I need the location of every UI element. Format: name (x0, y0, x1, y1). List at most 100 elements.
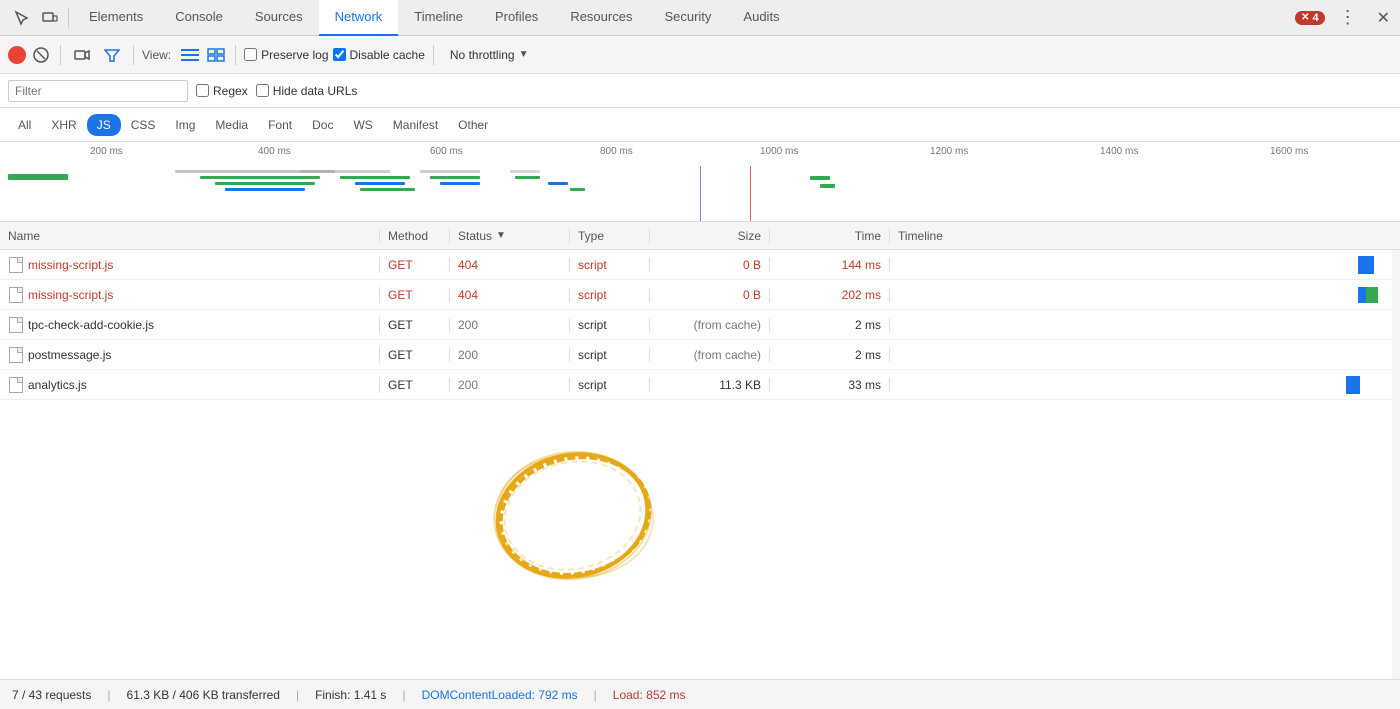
row-size: 0 B (650, 258, 770, 272)
timeline-indicator (1346, 376, 1360, 394)
error-badge[interactable]: ✕ 4 (1295, 11, 1325, 25)
timeline-label-1600: 1600 ms (1270, 146, 1308, 157)
table-row[interactable]: missing-script.js GET 404 script 0 B 144… (0, 250, 1400, 280)
timeline-bar (515, 176, 540, 179)
file-icon (8, 257, 24, 273)
table-row[interactable]: tpc-check-add-cookie.js GET 200 script (… (0, 310, 1400, 340)
row-method: GET (380, 258, 450, 272)
timeline-bar (820, 184, 835, 188)
record-button[interactable] (8, 46, 26, 64)
tab-sources[interactable]: Sources (239, 0, 319, 36)
toolbar: View: Preserve log Disable cache No thro… (0, 36, 1400, 74)
tab-profiles[interactable]: Profiles (479, 0, 554, 36)
tab-audits[interactable]: Audits (727, 0, 795, 36)
type-filter-js[interactable]: JS (87, 114, 121, 136)
tab-elements[interactable]: Elements (73, 0, 159, 36)
filter-button[interactable] (99, 42, 125, 68)
tab-resources[interactable]: Resources (554, 0, 648, 36)
screenshot-view-button[interactable] (205, 44, 227, 66)
tab-console[interactable]: Console (159, 0, 239, 36)
load-time: Load: 852 ms (613, 688, 686, 702)
row-method: GET (380, 318, 450, 332)
load-line (750, 166, 751, 221)
timeline-indicator (1358, 256, 1374, 274)
tab-bar: Elements Console Sources Network Timelin… (0, 0, 1400, 36)
close-button[interactable]: ✕ (1371, 8, 1396, 28)
transferred-size: 61.3 KB / 406 KB transferred (127, 688, 280, 702)
dom-content-loaded-line (700, 166, 701, 221)
tab-security[interactable]: Security (648, 0, 727, 36)
row-time: 2 ms (770, 318, 890, 332)
main-content: View: Preserve log Disable cache No thro… (0, 36, 1400, 709)
filter-bar: Regex Hide data URLs (0, 74, 1400, 108)
filter-input[interactable] (8, 80, 188, 102)
type-filter-all[interactable]: All (8, 114, 41, 136)
video-button[interactable] (69, 42, 95, 68)
timeline-bar (430, 176, 480, 179)
hide-data-urls-checkbox[interactable]: Hide data URLs (256, 84, 358, 98)
preserve-log-checkbox[interactable]: Preserve log (244, 48, 328, 62)
timeline-bar (340, 176, 410, 179)
file-icon (8, 377, 24, 393)
timeline-label-400: 400 ms (258, 146, 291, 157)
table-row[interactable]: postmessage.js GET 200 script (from cach… (0, 340, 1400, 370)
divider-4 (433, 45, 434, 65)
type-filter-css[interactable]: CSS (121, 114, 166, 136)
timeline-overview[interactable]: 200 ms 400 ms 600 ms 800 ms 1000 ms 1200… (0, 142, 1400, 222)
throttle-dropdown[interactable]: No throttling ▼ (442, 46, 537, 64)
timeline-bar (225, 188, 305, 191)
row-size: 11.3 KB (650, 378, 770, 392)
row-name: tpc-check-add-cookie.js (0, 317, 380, 333)
timeline-bar (200, 176, 320, 179)
row-status: 404 (450, 258, 570, 272)
type-filter-media[interactable]: Media (205, 114, 258, 136)
file-icon (8, 287, 24, 303)
table-row[interactable]: analytics.js GET 200 script 11.3 KB 33 m… (0, 370, 1400, 400)
type-filter-doc[interactable]: Doc (302, 114, 343, 136)
type-filter-other[interactable]: Other (448, 114, 498, 136)
tab-timeline[interactable]: Timeline (398, 0, 479, 36)
type-filter-img[interactable]: Img (165, 114, 205, 136)
table-row[interactable]: missing-script.js GET 404 script 0 B 202… (0, 280, 1400, 310)
column-type: Type (570, 229, 650, 243)
cursor-icon[interactable] (12, 8, 32, 28)
view-label: View: (142, 48, 171, 62)
row-status: 404 (450, 288, 570, 302)
row-name: missing-script.js (0, 287, 380, 303)
column-status[interactable]: Status ▼ (450, 229, 570, 243)
type-filter-manifest[interactable]: Manifest (383, 114, 448, 136)
type-filter-xhr[interactable]: XHR (41, 114, 86, 136)
row-type: script (570, 318, 650, 332)
more-button[interactable]: ⋮ (1333, 7, 1363, 28)
timeline-label-1400: 1400 ms (1100, 146, 1138, 157)
row-time: 202 ms (770, 288, 890, 302)
timeline-bar (570, 188, 585, 191)
regex-checkbox[interactable]: Regex (196, 84, 248, 98)
tab-network[interactable]: Network (319, 0, 399, 36)
type-filter-font[interactable]: Font (258, 114, 302, 136)
timeline-bar (510, 170, 540, 173)
row-time: 144 ms (770, 258, 890, 272)
stop-button[interactable] (30, 44, 52, 66)
scrollbar[interactable] (1392, 222, 1400, 679)
timeline-indicator-2 (1358, 287, 1366, 303)
responsive-icon[interactable] (40, 8, 60, 28)
file-icon (8, 347, 24, 363)
row-status: 200 (450, 318, 570, 332)
network-table[interactable]: Name Method Status ▼ Type Size Time Time… (0, 222, 1400, 679)
row-type: script (570, 258, 650, 272)
row-type: script (570, 378, 650, 392)
column-name: Name (0, 229, 380, 243)
row-type: script (570, 288, 650, 302)
disable-cache-checkbox[interactable]: Disable cache (333, 48, 425, 62)
row-method: GET (380, 378, 450, 392)
timeline-bars (0, 166, 1400, 221)
row-status: 200 (450, 378, 570, 392)
row-size: (from cache) (650, 318, 770, 332)
timeline-bar (215, 182, 315, 185)
type-filter-ws[interactable]: WS (343, 114, 382, 136)
list-view-button[interactable] (179, 44, 201, 66)
row-time: 33 ms (770, 378, 890, 392)
column-time: Time (770, 229, 890, 243)
divider-3 (235, 45, 236, 65)
